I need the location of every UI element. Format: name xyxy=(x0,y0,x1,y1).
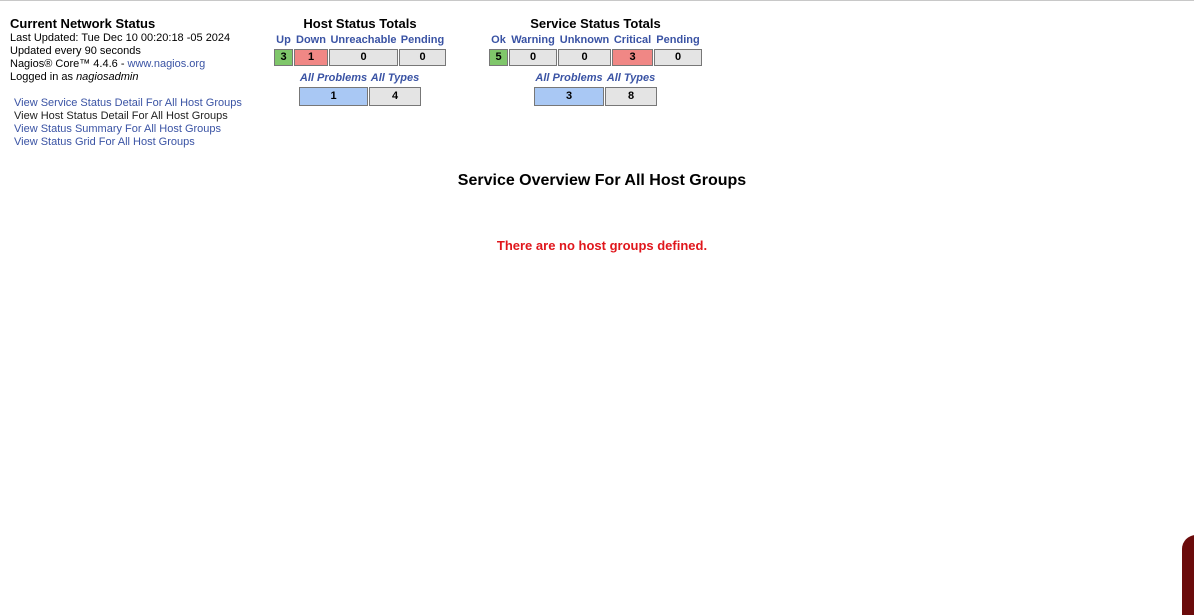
logged-in-label: Logged in as xyxy=(10,71,77,83)
service-totals-title: Service Status Totals xyxy=(530,16,661,31)
version-line: Nagios® Core™ 4.4.6 - www.nagios.org xyxy=(10,58,230,71)
host-count-unreachable[interactable]: 0 xyxy=(329,49,398,66)
logged-in-line: Logged in as nagiosadmin xyxy=(10,71,230,84)
service-header-warning[interactable]: Warning xyxy=(509,34,557,46)
host-count-up[interactable]: 3 xyxy=(274,49,293,66)
page-title: Current Network Status xyxy=(10,16,156,31)
host-count-all-problems[interactable]: 1 xyxy=(299,87,368,106)
host-totals-title: Host Status Totals xyxy=(303,16,417,31)
version-text: Nagios® Core™ 4.4.6 - xyxy=(10,58,128,70)
service-header-critical[interactable]: Critical xyxy=(612,34,653,46)
host-count-down[interactable]: 1 xyxy=(294,49,328,66)
last-updated: Last Updated: Tue Dec 10 00:20:18 -05 20… xyxy=(10,32,231,44)
host-header-all-types[interactable]: All Types xyxy=(369,72,421,84)
service-count-all-problems[interactable]: 3 xyxy=(534,87,604,106)
link-status-grid[interactable]: View Status Grid For All Host Groups xyxy=(14,136,242,149)
service-header-unknown[interactable]: Unknown xyxy=(558,34,611,46)
host-count-pending[interactable]: 0 xyxy=(399,49,446,66)
service-count-unknown[interactable]: 0 xyxy=(558,49,611,66)
link-service-status-detail[interactable]: View Service Status Detail For All Host … xyxy=(14,97,242,110)
nagios-link[interactable]: www.nagios.org xyxy=(128,58,206,70)
host-header-all-problems[interactable]: All Problems xyxy=(299,72,368,84)
service-count-warning[interactable]: 0 xyxy=(509,49,557,66)
corner-widget[interactable] xyxy=(1182,535,1194,615)
service-header-all-types[interactable]: All Types xyxy=(605,72,657,84)
username: nagiosadmin xyxy=(76,71,139,83)
host-header-down[interactable]: Down xyxy=(294,34,328,46)
host-count-all-types[interactable]: 4 xyxy=(369,87,421,106)
service-count-all-types[interactable]: 8 xyxy=(605,87,657,106)
host-header-pending[interactable]: Pending xyxy=(399,34,446,46)
no-host-groups-message: There are no host groups defined. xyxy=(496,238,708,253)
link-host-status-detail[interactable]: View Host Status Detail For All Host Gro… xyxy=(14,110,242,123)
overview-title: Service Overview For All Host Groups xyxy=(457,172,747,189)
service-header-all-problems[interactable]: All Problems xyxy=(534,72,604,84)
service-header-pending[interactable]: Pending xyxy=(654,34,702,46)
service-header-ok[interactable]: Ok xyxy=(489,34,508,46)
status-links: View Service Status Detail For All Host … xyxy=(14,97,242,149)
service-count-pending[interactable]: 0 xyxy=(654,49,702,66)
service-count-ok[interactable]: 5 xyxy=(489,49,508,66)
update-interval: Updated every 90 seconds xyxy=(10,45,141,57)
host-header-unreachable[interactable]: Unreachable xyxy=(329,34,398,46)
host-header-up[interactable]: Up xyxy=(274,34,293,46)
service-count-critical[interactable]: 3 xyxy=(612,49,653,66)
link-status-summary[interactable]: View Status Summary For All Host Groups xyxy=(14,123,242,136)
network-info: Current Network Status Last Updated: Tue… xyxy=(10,16,230,84)
